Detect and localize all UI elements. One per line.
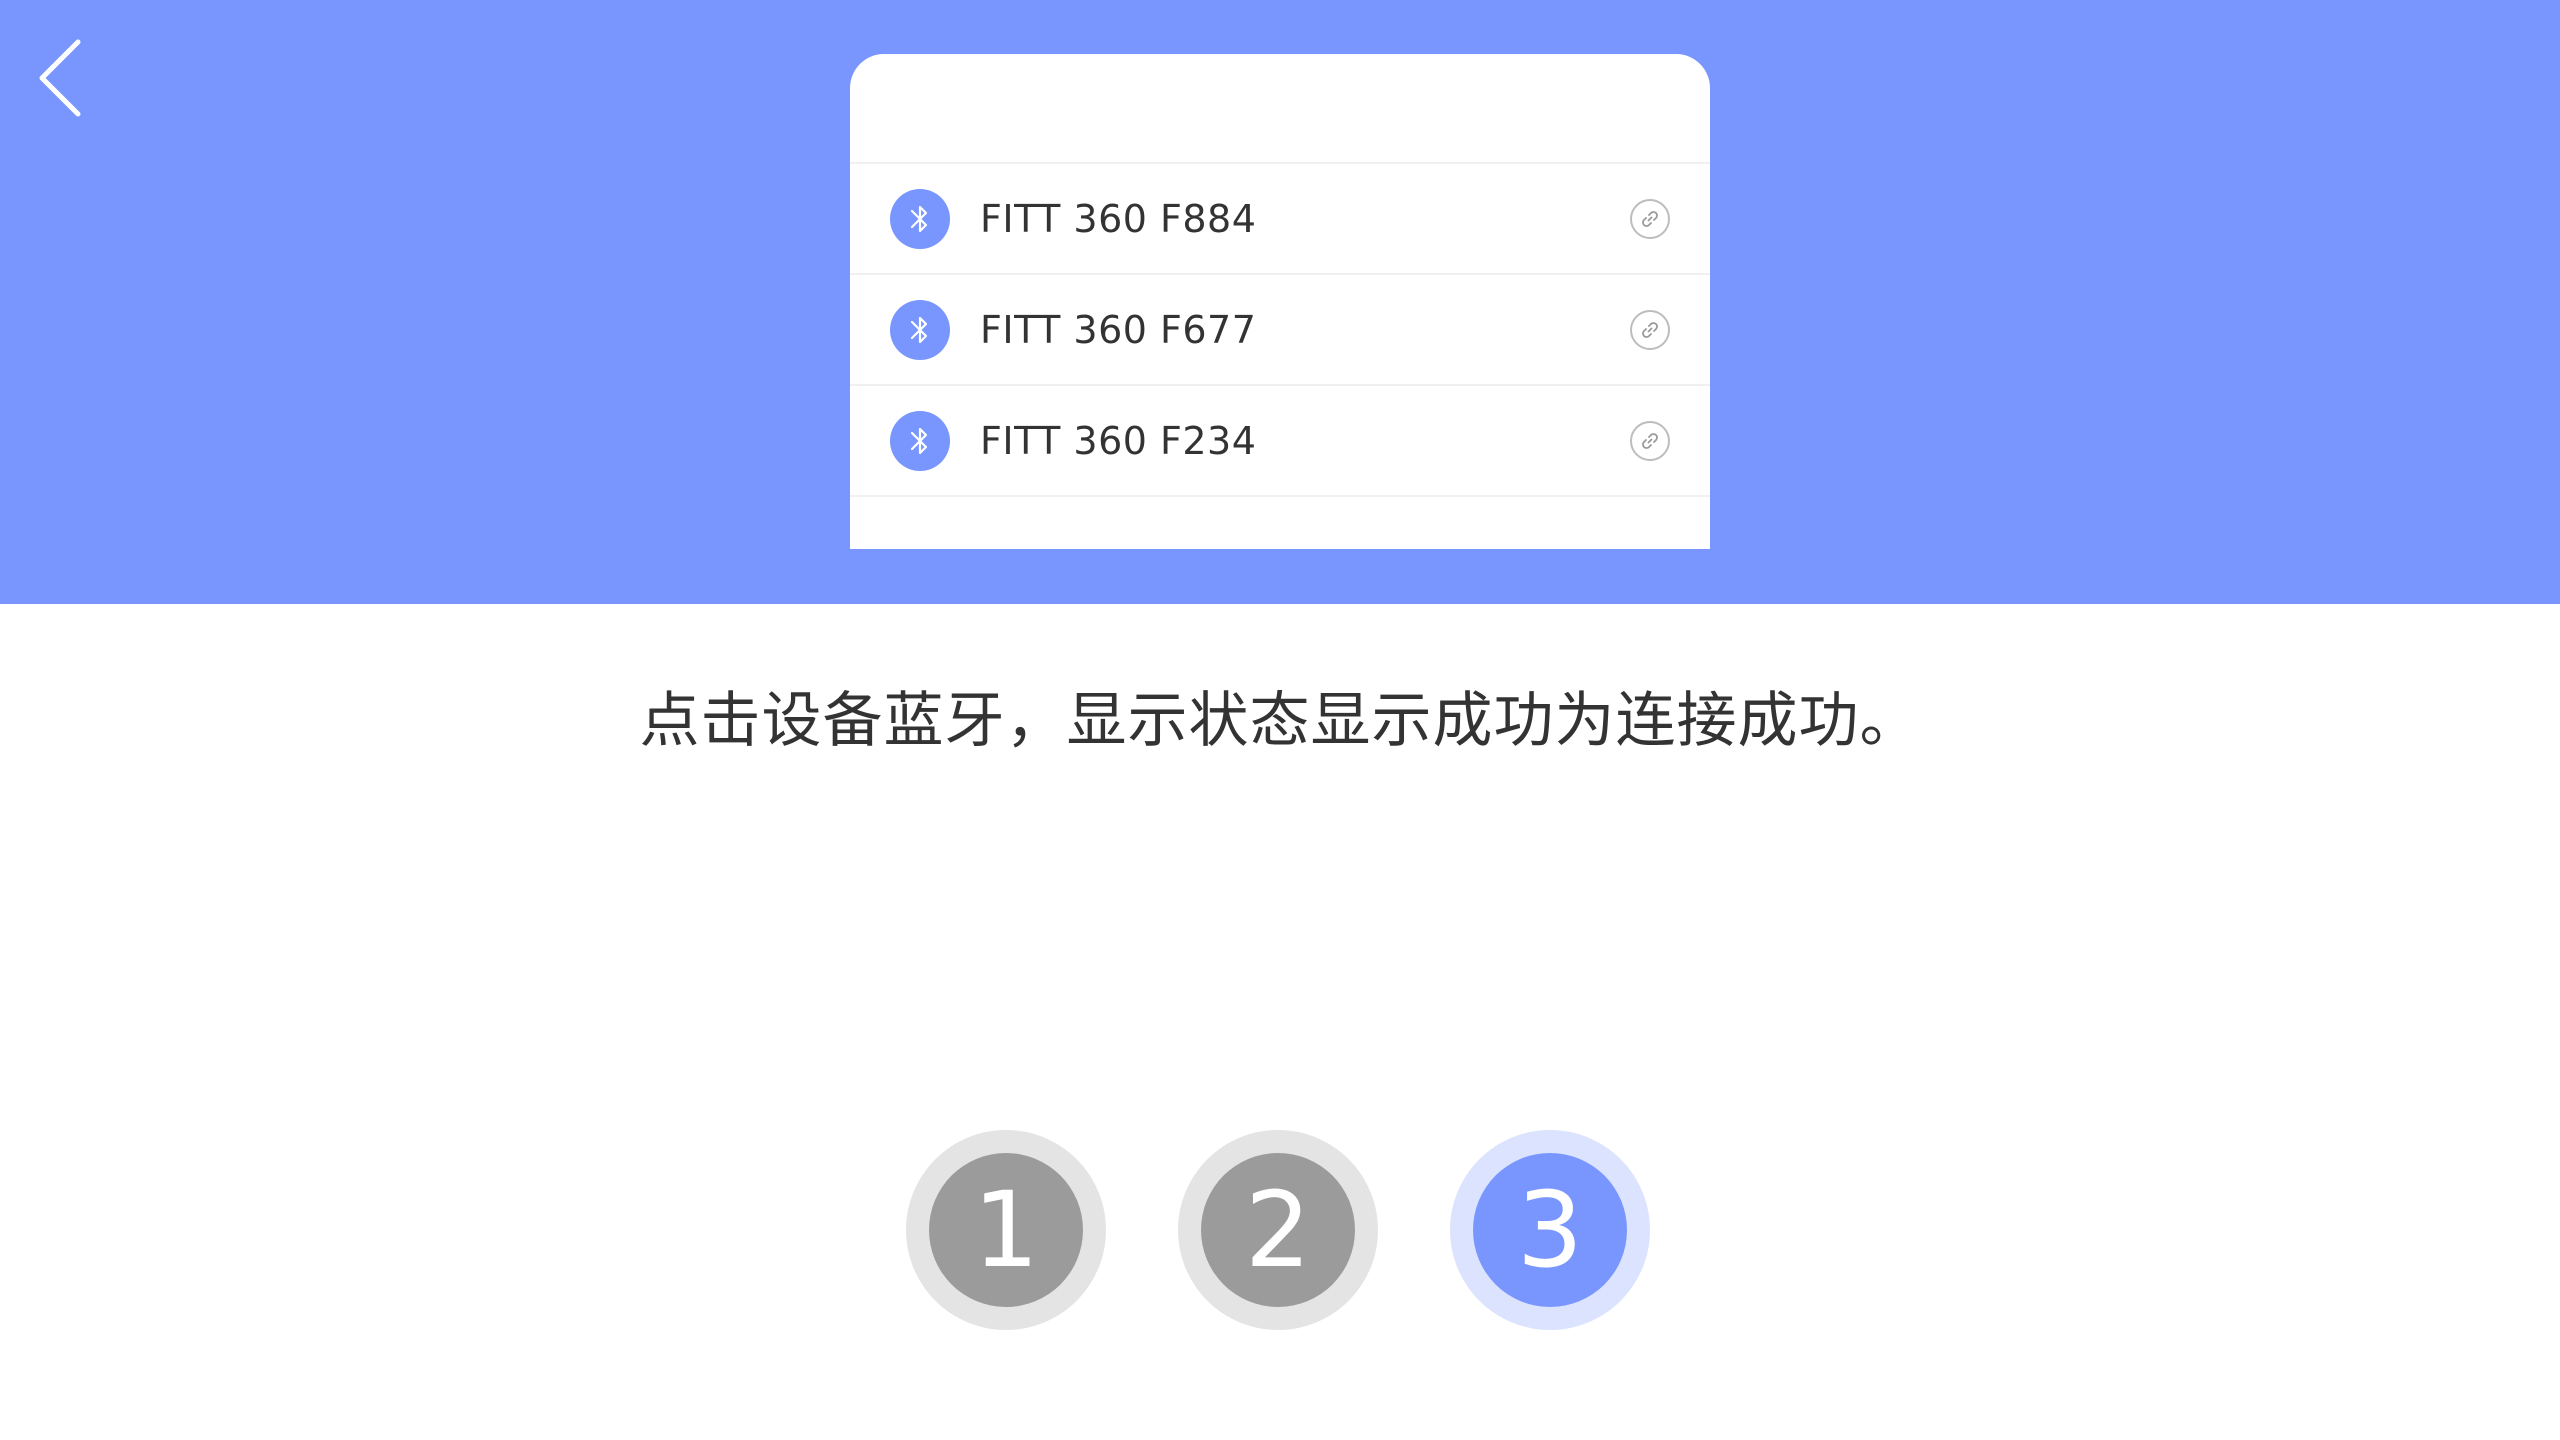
header-banner: FITT 360 F884 FITT 360 F677 FITT 360 F23… (0, 0, 2560, 604)
link-icon[interactable] (1630, 198, 1670, 239)
device-name: FITT 360 F677 (980, 307, 1257, 352)
device-name: FITT 360 F884 (980, 196, 1257, 241)
instruction-text: 点击设备蓝牙，显示状态显示成功为连接成功。 (639, 686, 1921, 756)
device-list-item[interactable]: FITT 360 F677 (850, 275, 1710, 386)
device-list-item[interactable]: FITT 360 F234 (850, 386, 1710, 497)
bluetooth-icon (890, 188, 950, 249)
step-3-button[interactable]: 3 (1450, 1130, 1650, 1330)
step-number: 1 (929, 1153, 1083, 1307)
step-1-button[interactable]: 1 (906, 1130, 1106, 1330)
step-2-button[interactable]: 2 (1178, 1130, 1378, 1330)
card-header (850, 54, 1710, 164)
step-number: 3 (1473, 1153, 1627, 1307)
device-list-item[interactable]: FITT 360 F884 (850, 164, 1710, 275)
device-name: FITT 360 F234 (980, 418, 1257, 463)
step-number: 2 (1201, 1153, 1355, 1307)
chevron-left-icon (39, 39, 81, 117)
link-icon[interactable] (1630, 420, 1670, 461)
back-button[interactable] (28, 30, 92, 126)
device-list-card: FITT 360 F884 FITT 360 F677 FITT 360 F23… (850, 54, 1710, 549)
bluetooth-icon (890, 410, 950, 471)
bluetooth-icon (890, 299, 950, 360)
link-icon[interactable] (1630, 309, 1670, 350)
